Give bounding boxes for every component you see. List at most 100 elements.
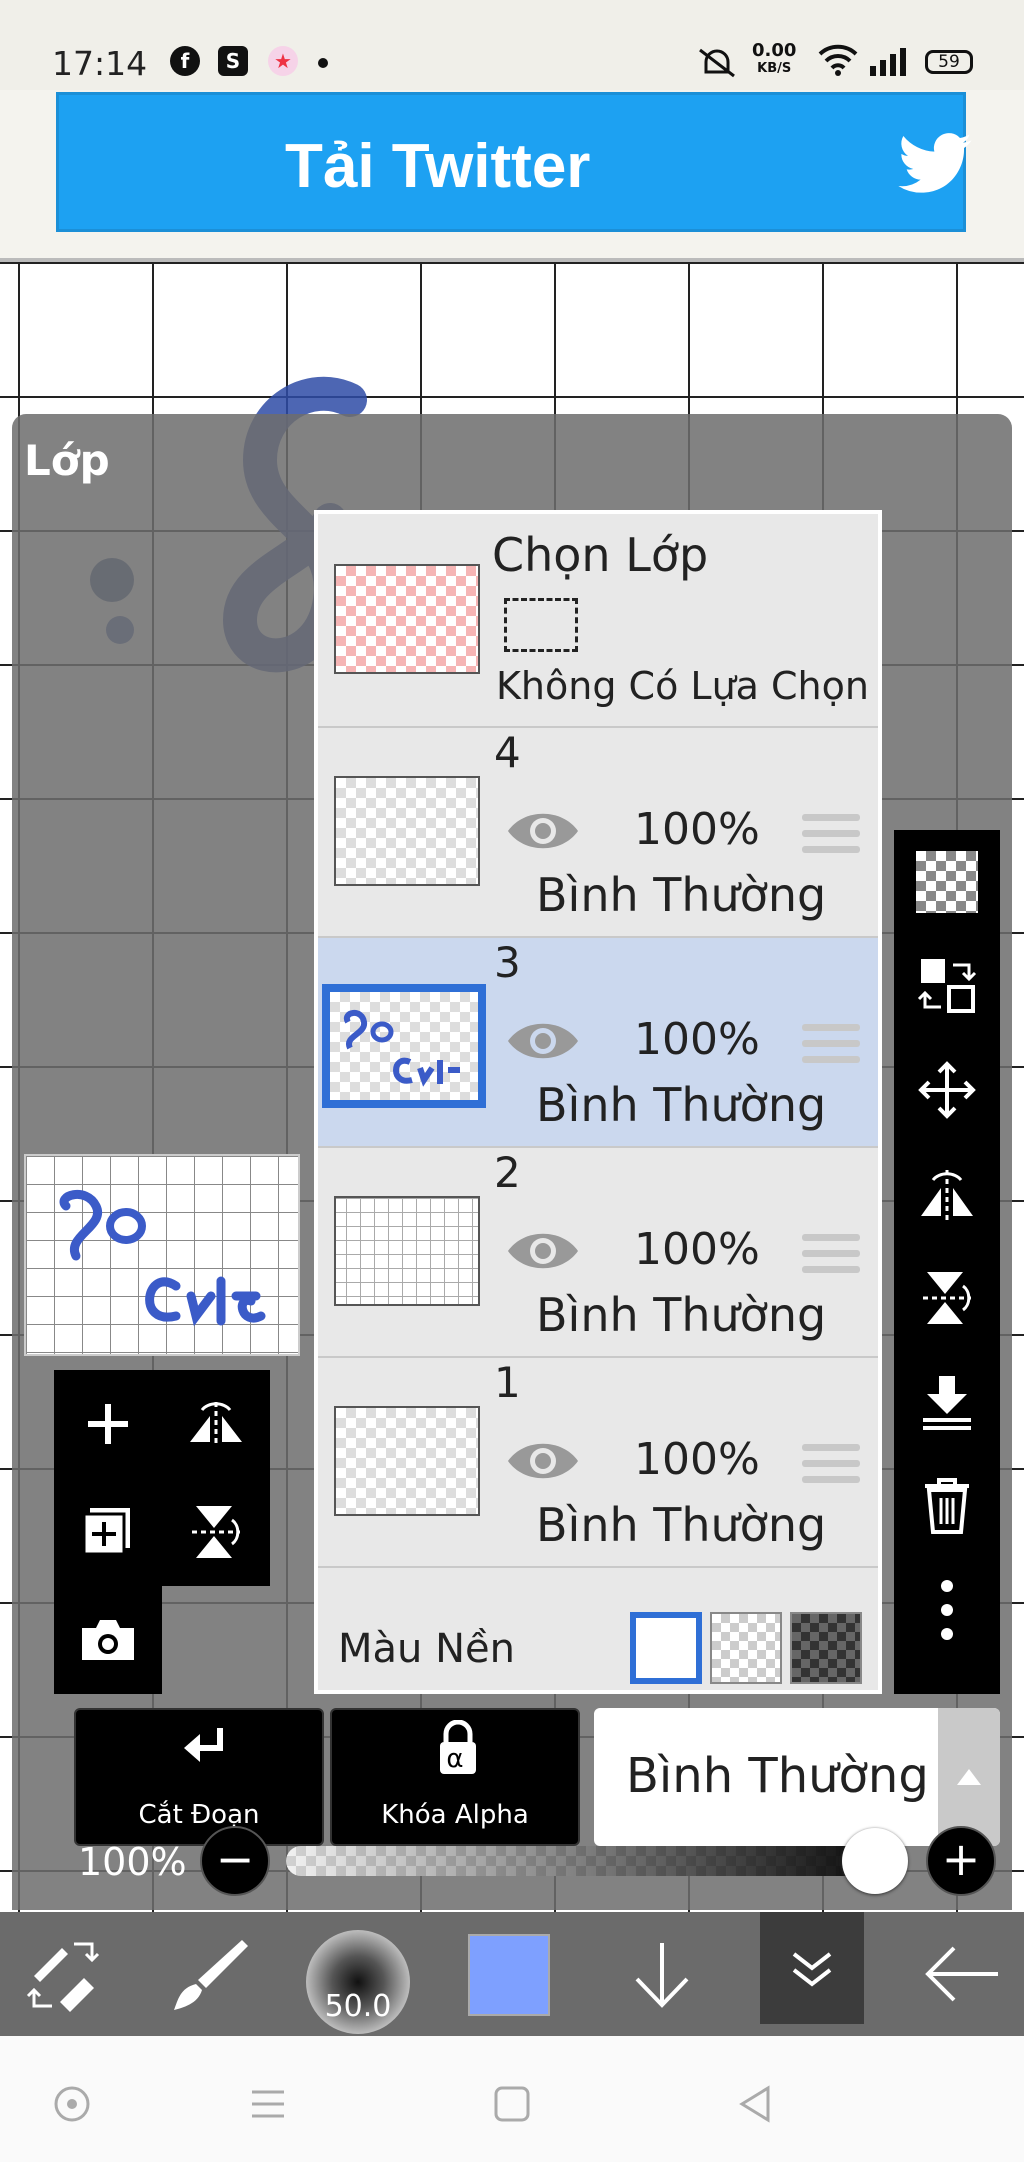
- add-copy-icon: [82, 1508, 130, 1556]
- nav-back-button[interactable]: [728, 2076, 784, 2132]
- flip-vertical-icon: [192, 1506, 240, 1558]
- current-color-swatch[interactable]: [468, 1934, 550, 2016]
- layer-row[interactable]: 4 100% Bình Thường: [318, 728, 878, 938]
- flip-vertical-layer-button[interactable]: [894, 1246, 1000, 1350]
- blend-mode-dropdown[interactable]: Bình Thường: [594, 1708, 1000, 1846]
- layer-actions-toolbar: [894, 830, 1000, 1694]
- layer-number: 1: [494, 1358, 521, 1407]
- transparency-button[interactable]: [894, 830, 1000, 934]
- preview-art: [59, 1189, 266, 1327]
- opacity-slider-track[interactable]: [286, 1846, 908, 1876]
- layer-thumbnail: [334, 1196, 480, 1306]
- swap-icon: [917, 959, 977, 1013]
- delete-layer-button[interactable]: [894, 1454, 1000, 1558]
- blend-mode-value: Bình Thường: [626, 1748, 929, 1804]
- opacity-increase-button[interactable]: +: [926, 1826, 996, 1896]
- visibility-eye-icon[interactable]: [504, 1226, 582, 1276]
- layer-thumbnail: [334, 776, 480, 886]
- selection-status: Không Có Lựa Chọn: [496, 664, 869, 708]
- opacity-slider-thumb[interactable]: [842, 1828, 908, 1894]
- more-vertical-icon: [941, 1580, 953, 1640]
- brush-tool-button[interactable]: [160, 1912, 260, 2036]
- layer-blend-mode: Bình Thường: [536, 1288, 827, 1342]
- visibility-eye-icon[interactable]: [504, 1016, 582, 1066]
- layer-thumbnail: [322, 984, 486, 1108]
- move-arrows-icon: [918, 1061, 976, 1119]
- swap-layer-button[interactable]: [894, 934, 1000, 1038]
- bg-dark-swatch[interactable]: [790, 1612, 862, 1684]
- visibility-eye-icon[interactable]: [504, 806, 582, 856]
- add-layer-copy-button[interactable]: [54, 1478, 162, 1586]
- status-bar: 17:14 f S ★ 0.00 KB/S 59: [0, 0, 1024, 90]
- layer-row[interactable]: 2 100% Bình Thường: [318, 1148, 878, 1358]
- drag-handle-icon[interactable]: [802, 1024, 860, 1064]
- back-button[interactable]: [912, 1912, 1012, 2036]
- twitter-ad-banner[interactable]: Tải Twitter: [56, 92, 972, 232]
- layer-number: 3: [494, 938, 521, 987]
- camera-button[interactable]: [54, 1586, 162, 1694]
- add-layer-button[interactable]: [54, 1370, 162, 1478]
- nav-home-button[interactable]: [484, 2076, 540, 2132]
- selection-title: Chọn Lớp: [492, 528, 709, 582]
- layer-row[interactable]: 3 100% Bình Thường: [318, 938, 878, 1148]
- opacity-decrease-button[interactable]: −: [200, 1826, 270, 1896]
- clipping-button[interactable]: Cắt Đoạn: [74, 1708, 324, 1846]
- layer-row[interactable]: 1 100% Bình Thường: [318, 1358, 878, 1568]
- facebook-icon: f: [170, 46, 200, 76]
- notification-dot-icon: [318, 58, 328, 68]
- brush-eraser-swap-icon: [26, 1942, 100, 2012]
- nav-assist-button[interactable]: [44, 2076, 100, 2132]
- camera-icon: [82, 1620, 134, 1660]
- background-color-label: Màu Nền: [338, 1626, 515, 1672]
- flip-vertical-button[interactable]: [162, 1478, 270, 1586]
- brush-size-button[interactable]: 50.0: [306, 1930, 410, 2034]
- collapse-panel-button[interactable]: [760, 1912, 864, 2024]
- bg-white-swatch[interactable]: [630, 1612, 702, 1684]
- flip-horizontal-button[interactable]: [162, 1370, 270, 1478]
- double-chevron-down-icon: [792, 1952, 832, 1987]
- layer-number: 2: [494, 1148, 521, 1197]
- merge-down-icon: [923, 1376, 971, 1430]
- clip-arrow-icon: [184, 1728, 223, 1762]
- mute-icon: [699, 48, 735, 78]
- signal-icon: [870, 48, 906, 76]
- more-options-button[interactable]: [894, 1558, 1000, 1662]
- arrow-left-icon: [925, 1946, 998, 2002]
- bg-transparent-swatch[interactable]: [710, 1612, 782, 1684]
- plus-icon: [88, 1404, 128, 1444]
- layer-thumbnail-art: [344, 1010, 460, 1087]
- brush-icon: [174, 1940, 248, 2010]
- ad-text: Tải Twitter: [285, 132, 591, 201]
- drag-handle-icon[interactable]: [802, 814, 860, 854]
- trash-icon: [925, 1478, 969, 1534]
- camera-tool-area: [54, 1586, 162, 1694]
- layer-opacity: 100%: [634, 804, 760, 855]
- battery-indicator: 59: [925, 50, 973, 74]
- layer-blend-mode: Bình Thường: [536, 868, 827, 922]
- layer-opacity: 100%: [634, 1014, 760, 1065]
- visibility-eye-icon[interactable]: [504, 1436, 582, 1486]
- layers-list: Chọn Lớp Không Có Lựa Chọn 4 100% Bình T…: [314, 510, 882, 1694]
- flip-horizontal-layer-button[interactable]: [894, 1142, 1000, 1246]
- dropdown-arrow-button[interactable]: [938, 1708, 1000, 1846]
- twitter-bird-icon: [898, 133, 972, 193]
- nav-recents-button[interactable]: [240, 2076, 296, 2132]
- alpha-lock-label: Khóa Alpha: [381, 1800, 529, 1830]
- selection-marquee-icon: [504, 598, 578, 652]
- drag-handle-icon[interactable]: [802, 1444, 860, 1484]
- merge-down-button[interactable]: [894, 1350, 1000, 1454]
- canvas-preview-thumbnail[interactable]: [24, 1154, 300, 1356]
- star-app-icon: ★: [268, 46, 298, 76]
- layer-opacity: 100%: [634, 1434, 760, 1485]
- selection-layer-row[interactable]: Chọn Lớp Không Có Lựa Chọn: [318, 514, 878, 728]
- tool-switch-button[interactable]: [14, 1912, 114, 2036]
- layer-blend-mode: Bình Thường: [536, 1498, 827, 1552]
- triangle-up-icon: [957, 1769, 981, 1785]
- menu-icon: [252, 2090, 284, 2118]
- wifi-icon: [818, 44, 858, 76]
- alpha-lock-button[interactable]: α Khóa Alpha: [330, 1708, 580, 1846]
- move-button[interactable]: [894, 1038, 1000, 1142]
- drag-handle-icon[interactable]: [802, 1234, 860, 1274]
- layer-tools-grid: [54, 1370, 270, 1586]
- layer-down-button[interactable]: [612, 1912, 712, 2036]
